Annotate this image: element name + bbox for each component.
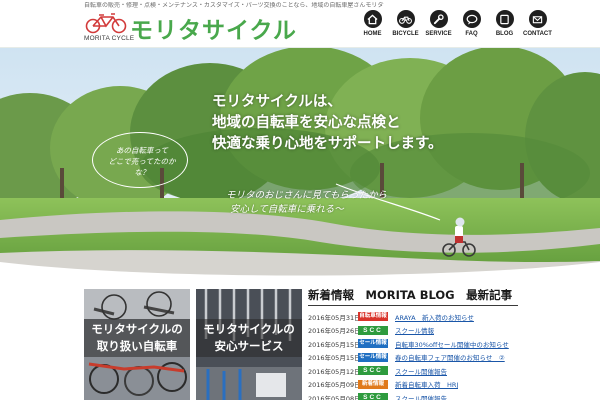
blog-entry-link[interactable]: 春の自転車フェア開催のお知らせ ② (395, 352, 505, 362)
site-logo[interactable]: MORITA CYCLE モリタサイクル (84, 10, 296, 44)
park-scene-illustration (0, 48, 600, 276)
blog-category-badge: セール情報 (358, 339, 388, 349)
blog-entry-date: 2016年05月15日 (308, 354, 361, 363)
site-tagline: 自転車の販売・修理・点検・メンテナンス・カスタマイズ・パーツ交換のことなら、地域… (84, 2, 384, 9)
nav-bicycle[interactable]: BICYCLE (389, 10, 422, 44)
nav-contact-label: CONTACT (523, 31, 552, 37)
customer-quote-line: 安心して自転車に乗れる〜 (230, 204, 344, 215)
blog-screen-icon (495, 10, 514, 28)
blog-category-badge: SCC (358, 325, 388, 335)
blog-category-badge: SCC (358, 366, 388, 376)
nav-service[interactable]: SERVICE (422, 10, 455, 44)
hero-headline-line: モリタサイクルは、 (212, 94, 342, 110)
speech-bubble-text: あの自転車って どこで売ってたのかな？ (102, 145, 182, 178)
nav-blog-label: BLOG (495, 31, 514, 37)
bicycle-logo-icon (85, 13, 127, 34)
blog-entry-link[interactable]: スクール開催報告 (395, 366, 447, 376)
blog-entry[interactable]: 2016年05月09日 新着情報 新着自転車入荷 HRJ (308, 378, 518, 392)
service-card-title: モリタサイクルの 安心サービス (196, 321, 302, 355)
bicycle-icon (396, 10, 415, 28)
nav-bicycle-label: BICYCLE (392, 31, 419, 37)
home-icon (363, 10, 382, 28)
customer-quote-line: モリタのおじさんに見てもらったから (226, 190, 388, 201)
logo-japanese-text: モリタサイクル (130, 18, 297, 44)
blog-entry-link[interactable]: スクール開催報告 (395, 393, 447, 400)
blog-entry-date: 2016年05月31日 (308, 313, 361, 322)
blog-entry[interactable]: 2016年05月26日 SCC スクール情報 (308, 324, 518, 338)
blog-entry-date: 2016年05月26日 (308, 327, 361, 336)
blog-entry-date: 2016年05月09日 (308, 381, 361, 390)
hero-headline-line: 快適な乗り心地をサポートします。 (212, 136, 443, 152)
blog-category-badge: 自転車情報 (358, 312, 388, 322)
blog-category-badge: SCC (358, 393, 388, 400)
nav-faq[interactable]: FAQ (455, 10, 488, 44)
nav-blog[interactable]: BLOG (488, 10, 521, 44)
blog-entry[interactable]: 2016年05月08日 SCC スクール開催報告 (308, 391, 518, 400)
hero-banner: モリタサイクルは、 地域の自転車を安心な点検と 快適な乗り心地をサポートします。… (0, 48, 600, 276)
blog-entry-link[interactable]: スクール情報 (395, 325, 434, 335)
faq-speech-icon (462, 10, 481, 28)
blog-entry-link[interactable]: ARAYA 新入荷のお知らせ (395, 312, 474, 322)
feature-cards: モリタサイクルの 取り扱い自転車 モリタサイクルの 安心サービス (84, 289, 302, 400)
speech-bubble-line: あの自転車って (115, 146, 169, 155)
blog-entry-date: 2016年05月12日 (308, 367, 361, 376)
card-title-line: 安心サービス (214, 339, 284, 353)
card-title-line: モリタサイクルの (203, 322, 295, 336)
nav-home[interactable]: HOME (356, 10, 389, 44)
nav-faq-label: FAQ (465, 31, 478, 37)
blog-entry-date: 2016年05月08日 (308, 394, 361, 400)
blog-entry-link[interactable]: 自転車30%offセール開催中のお知らせ (395, 339, 509, 349)
hero-headline-line: 地域の自転車を安心な点検と (212, 115, 401, 131)
blog-entries-list: 2016年05月31日 自転車情報 ARAYA 新入荷のお知らせ 2016年05月26… (308, 310, 518, 400)
blog-category-badge: 新着情報 (358, 379, 388, 389)
blog-category-badge: セール情報 (358, 352, 388, 362)
customer-quote: モリタのおじさんに見てもらったから 安心して自転車に乗れる〜 (226, 189, 466, 217)
service-card[interactable]: モリタサイクルの 安心サービス (196, 289, 302, 400)
bicycles-card[interactable]: モリタサイクルの 取り扱い自転車 (84, 289, 190, 400)
logo-english-text: MORITA CYCLE (84, 35, 135, 42)
main-nav: HOME BICYCLE SERVICE FAQ BLOG CONTACT (356, 10, 554, 44)
blog-entry[interactable]: 2016年05月31日 自転車情報 ARAYA 新入荷のお知らせ (308, 310, 518, 324)
blog-entry[interactable]: 2016年05月15日 セール情報 自転車30%offセール開催中のお知らせ (308, 337, 518, 351)
blog-entry[interactable]: 2016年05月15日 セール情報 春の自転車フェア開催のお知らせ ② (308, 351, 518, 365)
nav-home-label: HOME (363, 31, 382, 37)
nav-contact[interactable]: CONTACT (521, 10, 554, 44)
speech-bubble-line: どこで売ってたのかな？ (108, 157, 176, 177)
hero-headline: モリタサイクルは、 地域の自転車を安心な点検と 快適な乗り心地をサポートします。 (212, 92, 532, 155)
wrench-icon (429, 10, 448, 28)
card-title-line: モリタサイクルの (91, 322, 183, 336)
blog-section: 新着情報 MORITA BLOG 最新記事 2016年05月31日 自転車情報 AR… (308, 287, 518, 400)
blog-entry-link[interactable]: 新着自転車入荷 HRJ (395, 379, 458, 389)
blog-entry[interactable]: 2016年05月12日 SCC スクール開催報告 (308, 364, 518, 378)
blog-entry-date: 2016年05月15日 (308, 340, 361, 349)
card-title-line: 取り扱い自転車 (96, 339, 178, 353)
envelope-icon (528, 10, 547, 28)
nav-service-label: SERVICE (425, 31, 452, 37)
site-header: 自転車の販売・修理・点検・メンテナンス・カスタマイズ・パーツ交換のことなら、地域… (0, 0, 600, 48)
blog-section-title: 新着情報 MORITA BLOG 最新記事 (308, 287, 518, 306)
bicycles-card-title: モリタサイクルの 取り扱い自転車 (84, 321, 190, 355)
